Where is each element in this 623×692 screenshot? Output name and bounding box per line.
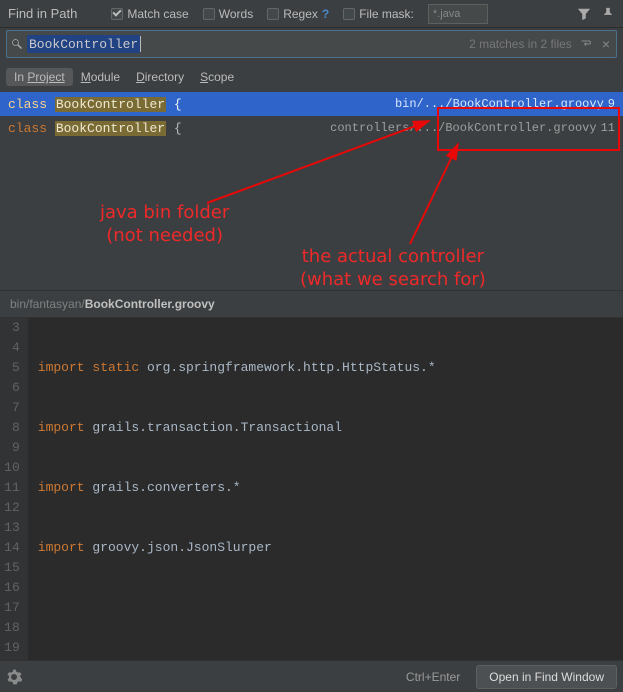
- match-case-checkbox[interactable]: Match case: [111, 7, 188, 21]
- line-gutter: 345678910111213141516171819: [0, 318, 28, 692]
- result-row[interactable]: class BookController { bin/.../BookContr…: [0, 92, 623, 116]
- filemask-input[interactable]: [428, 4, 488, 24]
- tab-project[interactable]: In Project: [6, 68, 73, 86]
- wrap-icon: [580, 38, 592, 50]
- tab-module[interactable]: Module: [73, 68, 128, 86]
- code-area[interactable]: import static org.springframework.http.H…: [28, 318, 623, 692]
- filemask-checkbox[interactable]: File mask:: [343, 7, 414, 21]
- regex-help-icon[interactable]: ?: [322, 7, 329, 21]
- search-status: 2 matches in 2 files: [469, 37, 596, 51]
- result-line: 11: [601, 121, 615, 135]
- search-icon: [7, 38, 27, 50]
- result-line: 9: [608, 97, 615, 111]
- clear-icon[interactable]: ×: [596, 36, 616, 52]
- preview-path: bin/fantasyan/BookController.groovy: [0, 290, 623, 318]
- search-query[interactable]: BookController: [27, 35, 140, 53]
- regex-label: Regex: [283, 7, 318, 21]
- results-list: class BookController { bin/.../BookContr…: [0, 92, 623, 290]
- tab-scope[interactable]: Scope: [192, 68, 242, 86]
- open-find-window-button[interactable]: Open in Find Window: [476, 665, 617, 689]
- result-location: bin/.../BookController.groovy: [395, 97, 604, 111]
- gear-icon[interactable]: [6, 669, 22, 685]
- words-checkbox[interactable]: Words: [203, 7, 253, 21]
- search-bar[interactable]: BookController 2 matches in 2 files ×: [6, 30, 617, 58]
- result-row[interactable]: class BookController { controllers/.../B…: [0, 116, 623, 140]
- code-preview: 345678910111213141516171819 import stati…: [0, 318, 623, 692]
- pin-icon[interactable]: [601, 7, 615, 21]
- words-label: Words: [219, 7, 253, 21]
- scope-tabs: In Project Module Directory Scope: [0, 60, 623, 92]
- dialog-title: Find in Path: [8, 6, 77, 21]
- filemask-label: File mask:: [359, 7, 414, 21]
- tab-directory[interactable]: Directory: [128, 68, 192, 86]
- result-location: controllers/.../BookController.groovy: [330, 121, 596, 135]
- shortcut-hint: Ctrl+Enter: [406, 670, 460, 684]
- bottom-bar: Ctrl+Enter Open in Find Window: [0, 660, 623, 692]
- match-case-label: Match case: [127, 7, 188, 21]
- regex-checkbox[interactable]: Regex?: [267, 7, 329, 21]
- titlebar: Find in Path Match case Words Regex? Fil…: [0, 0, 623, 28]
- filter-icon[interactable]: [577, 7, 591, 21]
